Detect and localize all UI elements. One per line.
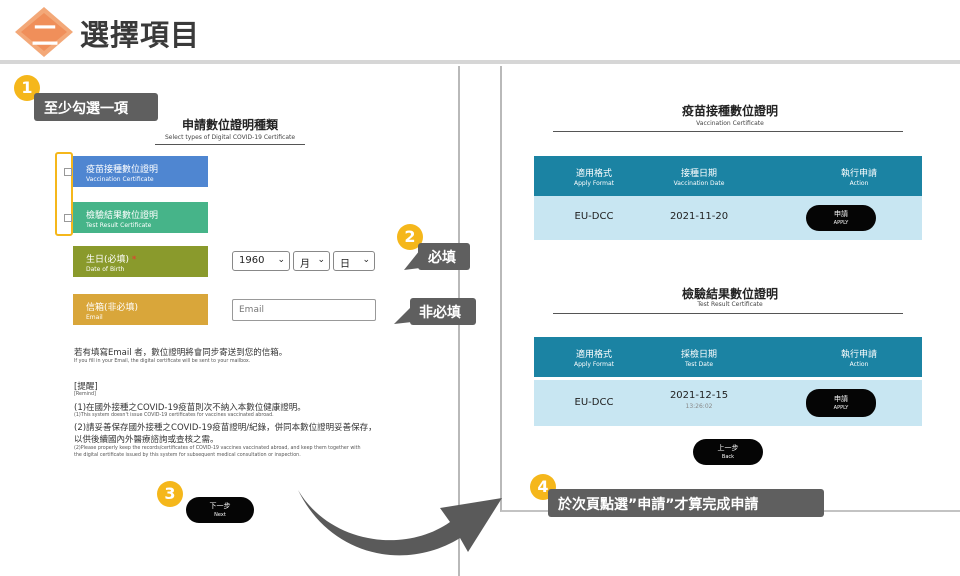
callout-required: 必填 xyxy=(418,243,470,270)
birth-day-select[interactable]: 日 ⌄ xyxy=(333,251,375,271)
column-header-en: Test Date xyxy=(684,361,714,368)
dob-label-block: 生日(必填) * Date of Birth xyxy=(73,246,208,277)
remind-heading: [提醒] xyxy=(74,382,98,392)
column-header: 接種日期 xyxy=(680,169,717,179)
option-label-en: Vaccination Certificate xyxy=(86,176,154,183)
callout-select-one: 至少勾選一項 xyxy=(34,93,158,121)
chevron-down-icon: ⌄ xyxy=(277,255,285,265)
vaccination-checkbox[interactable] xyxy=(64,168,72,176)
back-button-label: 上一步 xyxy=(717,444,739,452)
apply-button-label-en: APPLY xyxy=(833,220,849,226)
remind-item-1-en: (1)This system doesn't issue COVID-19 ce… xyxy=(74,413,274,418)
column-header: 採檢日期 xyxy=(680,350,717,360)
header-divider xyxy=(0,60,960,64)
option-label: 檢驗結果數位證明 xyxy=(86,211,159,221)
callout-optional: 非必填 xyxy=(410,298,476,325)
curved-arrow-icon xyxy=(298,490,502,556)
form-title-underline xyxy=(155,144,305,145)
test-table-header: 適用格式 Apply Format 採檢日期 Test Date 執行申請 Actio… xyxy=(534,337,922,377)
step-number: 二 xyxy=(31,21,59,52)
form-subtitle: Select types of Digital COVID-19 Certifi… xyxy=(164,134,296,141)
column-header-en: Vaccination Date xyxy=(673,180,725,187)
apply-test-button[interactable]: 申請 APPLY xyxy=(806,389,876,417)
birth-year-value: 1960 xyxy=(239,255,265,266)
vaccination-certificate-option[interactable]: 疫苗接種數位證明 Vaccination Certificate xyxy=(73,156,208,187)
column-header-en: Action xyxy=(849,361,869,368)
birth-day-value: 日 xyxy=(340,259,350,270)
required-mark: * xyxy=(131,255,137,265)
birth-month-value: 月 xyxy=(300,259,310,270)
callout-apply-next-page: 於次頁點選”申請”才算完成申請 xyxy=(548,489,824,517)
remind-item-2-cont: 以供後續國內外醫療諮詢或查核之需。 xyxy=(74,435,219,445)
column-header: 執行申請 xyxy=(840,169,877,179)
column-header: 執行申請 xyxy=(840,350,877,360)
page-title: 選擇項目 xyxy=(80,18,201,52)
test-result-checkbox[interactable] xyxy=(64,214,72,222)
remind-item-2-en-cont: the digital certificate issued by this s… xyxy=(74,453,301,458)
apply-button-label: 申請 xyxy=(834,210,848,218)
next-button[interactable]: 下一步 Next xyxy=(186,497,254,523)
email-label-en: Email xyxy=(86,314,103,321)
chevron-down-icon: ⌄ xyxy=(317,255,325,265)
step-badge-3: 3 xyxy=(157,481,183,507)
time-cell: 13:26:02 xyxy=(685,403,713,410)
vaccination-section-title: 疫苗接種數位證明 xyxy=(681,104,778,118)
email-input[interactable]: Email xyxy=(232,299,376,321)
remind-heading-en: [Remind] xyxy=(74,392,96,397)
next-button-label: 下一步 xyxy=(209,502,231,510)
vaccination-section-subtitle: Vaccination Certificate xyxy=(696,120,764,127)
option-label: 疫苗接種數位證明 xyxy=(86,165,159,175)
remind-item-2-en: (2)Please properly keep the records/cert… xyxy=(74,446,361,451)
email-note-en: If you fill in your Email, the digital c… xyxy=(74,359,251,364)
section-underline xyxy=(553,131,903,132)
chevron-down-icon: ⌄ xyxy=(362,255,370,265)
birth-month-select[interactable]: 月 ⌄ xyxy=(293,251,330,271)
apply-button-label-en: APPLY xyxy=(833,405,849,411)
checkbox-highlight xyxy=(55,152,73,236)
back-button[interactable]: 上一步 Back xyxy=(693,439,763,465)
test-section-title: 檢驗結果數位證明 xyxy=(681,287,778,301)
dob-label-en: Date of Birth xyxy=(86,266,125,273)
test-result-certificate-option[interactable]: 檢驗結果數位證明 Test Result Certificate xyxy=(73,202,208,233)
vaccination-table-header: 適用格式 Apply Format 接種日期 Vaccination Date 執行… xyxy=(534,156,922,196)
column-header-en: Action xyxy=(849,180,869,187)
remind-item-2: (2)請妥善保存國外接種之COVID-19疫苗證明/紀錄，併同本數位證明妥善保存… xyxy=(74,423,377,433)
back-button-label-en: Back xyxy=(721,454,735,460)
date-cell: 2021-12-15 xyxy=(669,390,729,401)
dob-label: 生日(必填) xyxy=(86,255,130,265)
section-underline xyxy=(553,313,903,314)
remind-item-1: (1)在國外接種之COVID-19疫苗則次不納入本數位健康證明。 xyxy=(74,403,306,413)
email-note: 若有填寫Email 者，數位證明將會同步寄送到您的信箱。 xyxy=(74,348,288,358)
apply-button-label: 申請 xyxy=(834,395,848,403)
next-button-label-en: Next xyxy=(214,512,226,518)
birth-year-select[interactable]: 1960 ⌄ xyxy=(232,251,290,271)
test-section-subtitle: Test Result Certificate xyxy=(697,301,763,308)
email-label: 信箱(非必填) xyxy=(86,303,139,313)
option-label-en: Test Result Certificate xyxy=(86,222,152,229)
date-cell: 2021-11-20 xyxy=(669,211,729,222)
apply-vaccination-button[interactable]: 申請 APPLY xyxy=(806,205,876,231)
email-label-block: 信箱(非必填) Email xyxy=(73,294,208,325)
